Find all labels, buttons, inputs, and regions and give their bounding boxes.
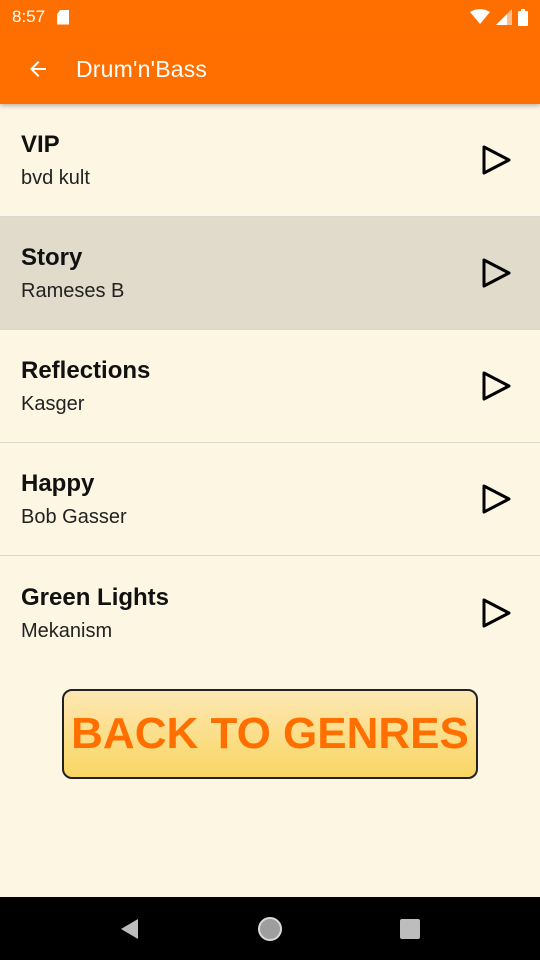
app-bar: Drum'n'Bass: [0, 34, 540, 104]
track-artist: Kasger: [21, 393, 85, 415]
play-outline-icon: [482, 371, 511, 401]
sd-card-icon: [57, 9, 70, 25]
track-artist: bvd kult: [21, 167, 90, 189]
cell-signal-icon: [496, 9, 512, 25]
track-text: Story Rameses B: [0, 243, 466, 303]
play-outline-icon: [482, 484, 511, 514]
track-item[interactable]: Story Rameses B: [0, 217, 540, 330]
track-title: VIP: [21, 131, 60, 158]
track-title: Story: [21, 244, 83, 271]
system-nav-bar: [0, 897, 540, 960]
status-icons: [470, 8, 528, 26]
play-outline-icon: [482, 598, 511, 627]
play-button[interactable]: [466, 243, 526, 303]
track-list: VIP bvd kult Story Rameses B Reflections…: [0, 104, 540, 669]
play-button[interactable]: [466, 583, 526, 643]
square-recents-icon: [400, 918, 420, 939]
track-item[interactable]: Green Lights Mekanism: [0, 556, 540, 669]
track-text: VIP bvd kult: [0, 130, 466, 190]
track-title: Happy: [21, 470, 95, 497]
back-button[interactable]: [0, 34, 76, 104]
status-time: 8:57: [12, 7, 46, 26]
track-text: Happy Bob Gasser: [0, 469, 466, 529]
play-outline-icon: [482, 258, 511, 288]
triangle-back-icon: [121, 918, 138, 939]
track-artist: Mekanism: [21, 619, 113, 642]
track-artist: Bob Gasser: [21, 506, 127, 528]
track-item[interactable]: Reflections Kasger: [0, 330, 540, 443]
play-outline-icon: [482, 145, 511, 175]
track-item[interactable]: Happy Bob Gasser: [0, 443, 540, 556]
back-to-genres-label: BACK TO GENRES: [71, 709, 469, 758]
nav-recents-button[interactable]: [390, 909, 430, 949]
play-button[interactable]: [466, 356, 526, 416]
track-artist: Rameses B: [21, 280, 125, 302]
back-to-genres-button[interactable]: BACK TO GENRES: [62, 689, 478, 779]
track-text: Green Lights Mekanism: [0, 583, 466, 643]
play-button[interactable]: [466, 130, 526, 190]
track-title: Reflections: [21, 357, 151, 384]
page-title: Drum'n'Bass: [76, 55, 208, 82]
nav-home-button[interactable]: [250, 909, 290, 949]
track-title: Green Lights: [21, 583, 170, 611]
status-bar: 8:57: [0, 0, 540, 34]
wifi-icon: [470, 9, 490, 24]
nav-back-button[interactable]: [110, 909, 150, 949]
play-button[interactable]: [466, 469, 526, 529]
battery-icon: [518, 8, 528, 26]
circle-home-icon: [258, 916, 282, 941]
track-text: Reflections Kasger: [0, 356, 466, 416]
track-item[interactable]: VIP bvd kult: [0, 104, 540, 217]
arrow-left-icon: [30, 61, 46, 77]
